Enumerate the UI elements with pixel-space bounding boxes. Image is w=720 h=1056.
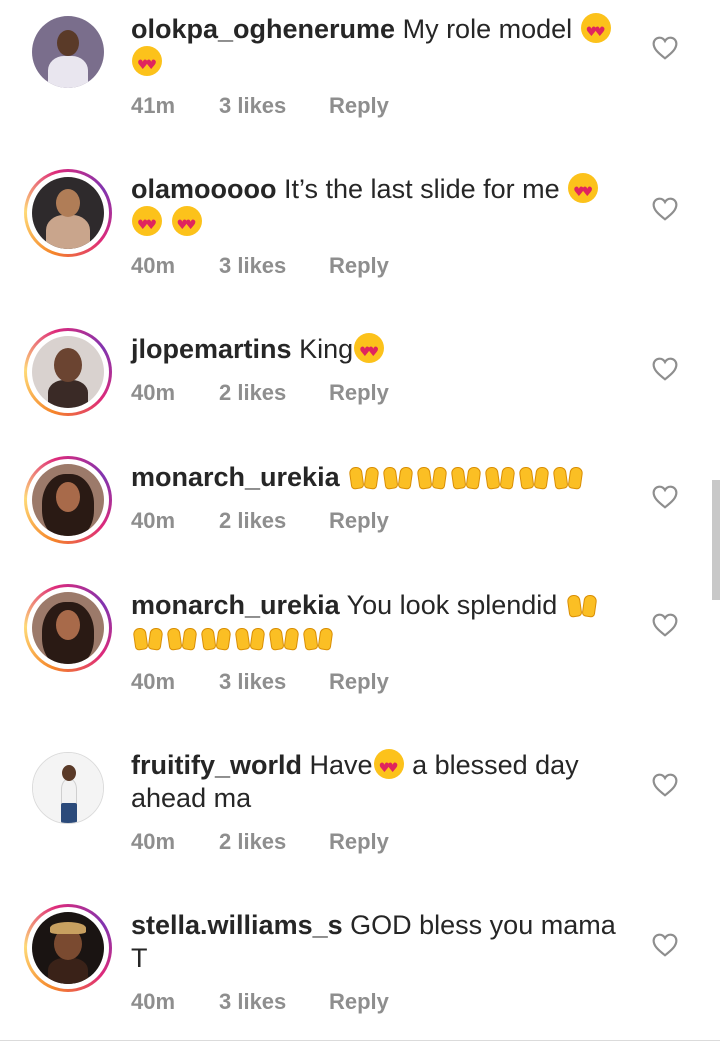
avatar[interactable] <box>24 456 112 544</box>
comment-text: King <box>299 334 354 364</box>
comment-likes[interactable]: 3 likes <box>219 987 329 1017</box>
raising-hands-emoji-icon <box>518 463 550 490</box>
raising-hands-emoji-icon <box>166 624 198 651</box>
heart-outline-icon[interactable] <box>652 773 678 797</box>
heart-outline-icon[interactable] <box>652 485 678 509</box>
comment-likes[interactable]: 3 likes <box>219 91 329 121</box>
comment-likes[interactable]: 3 likes <box>219 251 329 281</box>
heart-outline-icon[interactable] <box>652 933 678 957</box>
comment-username[interactable]: stella.williams_s <box>131 910 343 940</box>
comment-likes[interactable]: 2 likes <box>219 378 329 408</box>
reply-button[interactable]: Reply <box>329 827 389 857</box>
comment-text: My role model <box>402 14 573 44</box>
raising-hands-emoji-icon <box>450 463 482 490</box>
raising-hands-emoji-icon <box>552 463 584 490</box>
raising-hands-emoji-icon <box>416 463 448 490</box>
comment-text: You look splendid <box>346 590 558 620</box>
comments-list: olokpa_oghenerume My role model 41m 3 lik… <box>0 0 720 1040</box>
avatar[interactable] <box>32 752 104 824</box>
raising-hands-emoji-icon <box>234 624 266 651</box>
avatar[interactable] <box>24 904 112 992</box>
reply-button[interactable]: Reply <box>329 506 389 536</box>
reply-button[interactable]: Reply <box>329 378 389 408</box>
divider <box>0 1040 720 1041</box>
raising-hands-emoji-icon <box>348 463 380 490</box>
comment-likes[interactable]: 3 likes <box>219 667 329 697</box>
heart-eyes-emoji-icon <box>132 46 162 82</box>
comment-time: 40m <box>131 253 176 278</box>
comment-username[interactable]: jlopemartins <box>131 334 292 364</box>
raising-hands-emoji-icon <box>566 591 598 618</box>
heart-outline-icon[interactable] <box>652 357 678 381</box>
heart-eyes-emoji-icon <box>132 206 162 242</box>
heart-outline-icon[interactable] <box>652 36 678 60</box>
heart-eyes-emoji-icon <box>580 13 611 49</box>
comment-username[interactable]: monarch_urekia <box>131 462 340 492</box>
avatar[interactable] <box>24 584 112 672</box>
scrollbar[interactable] <box>712 480 720 600</box>
heart-eyes-emoji-icon <box>568 173 599 209</box>
comment-time: 41m <box>131 93 176 118</box>
raising-hands-emoji-icon <box>382 463 414 490</box>
comment-username[interactable]: fruitify_world <box>131 750 302 780</box>
reply-button[interactable]: Reply <box>329 251 389 281</box>
avatar[interactable] <box>32 16 104 88</box>
comment-time: 40m <box>131 989 176 1014</box>
heart-eyes-emoji-icon <box>373 749 404 785</box>
comment-text: It’s the last slide for me <box>284 174 560 204</box>
heart-eyes-emoji-icon <box>171 206 202 242</box>
raising-hands-emoji-icon <box>200 624 232 651</box>
comment-time: 40m <box>131 829 176 854</box>
avatar[interactable] <box>24 169 112 257</box>
raising-hands-emoji-icon <box>302 624 334 651</box>
comment-time: 40m <box>131 380 176 405</box>
comment-username[interactable]: monarch_urekia <box>131 590 340 620</box>
heart-outline-icon[interactable] <box>652 197 678 221</box>
comment-username[interactable]: olamooooo <box>131 174 276 204</box>
heart-outline-icon[interactable] <box>652 613 678 637</box>
reply-button[interactable]: Reply <box>329 91 389 121</box>
comment-username[interactable]: olokpa_oghenerume <box>131 14 395 44</box>
comment-likes[interactable]: 2 likes <box>219 827 329 857</box>
raising-hands-emoji-icon <box>132 624 164 651</box>
raising-hands-emoji-icon <box>268 624 300 651</box>
reply-button[interactable]: Reply <box>329 987 389 1017</box>
comment-likes[interactable]: 2 likes <box>219 506 329 536</box>
comment-time: 40m <box>131 508 176 533</box>
comment-time: 40m <box>131 669 176 694</box>
comment-text: Have <box>309 750 373 780</box>
avatar[interactable] <box>24 328 112 416</box>
heart-eyes-emoji-icon <box>354 333 385 369</box>
reply-button[interactable]: Reply <box>329 667 389 697</box>
raising-hands-emoji-icon <box>484 463 516 490</box>
